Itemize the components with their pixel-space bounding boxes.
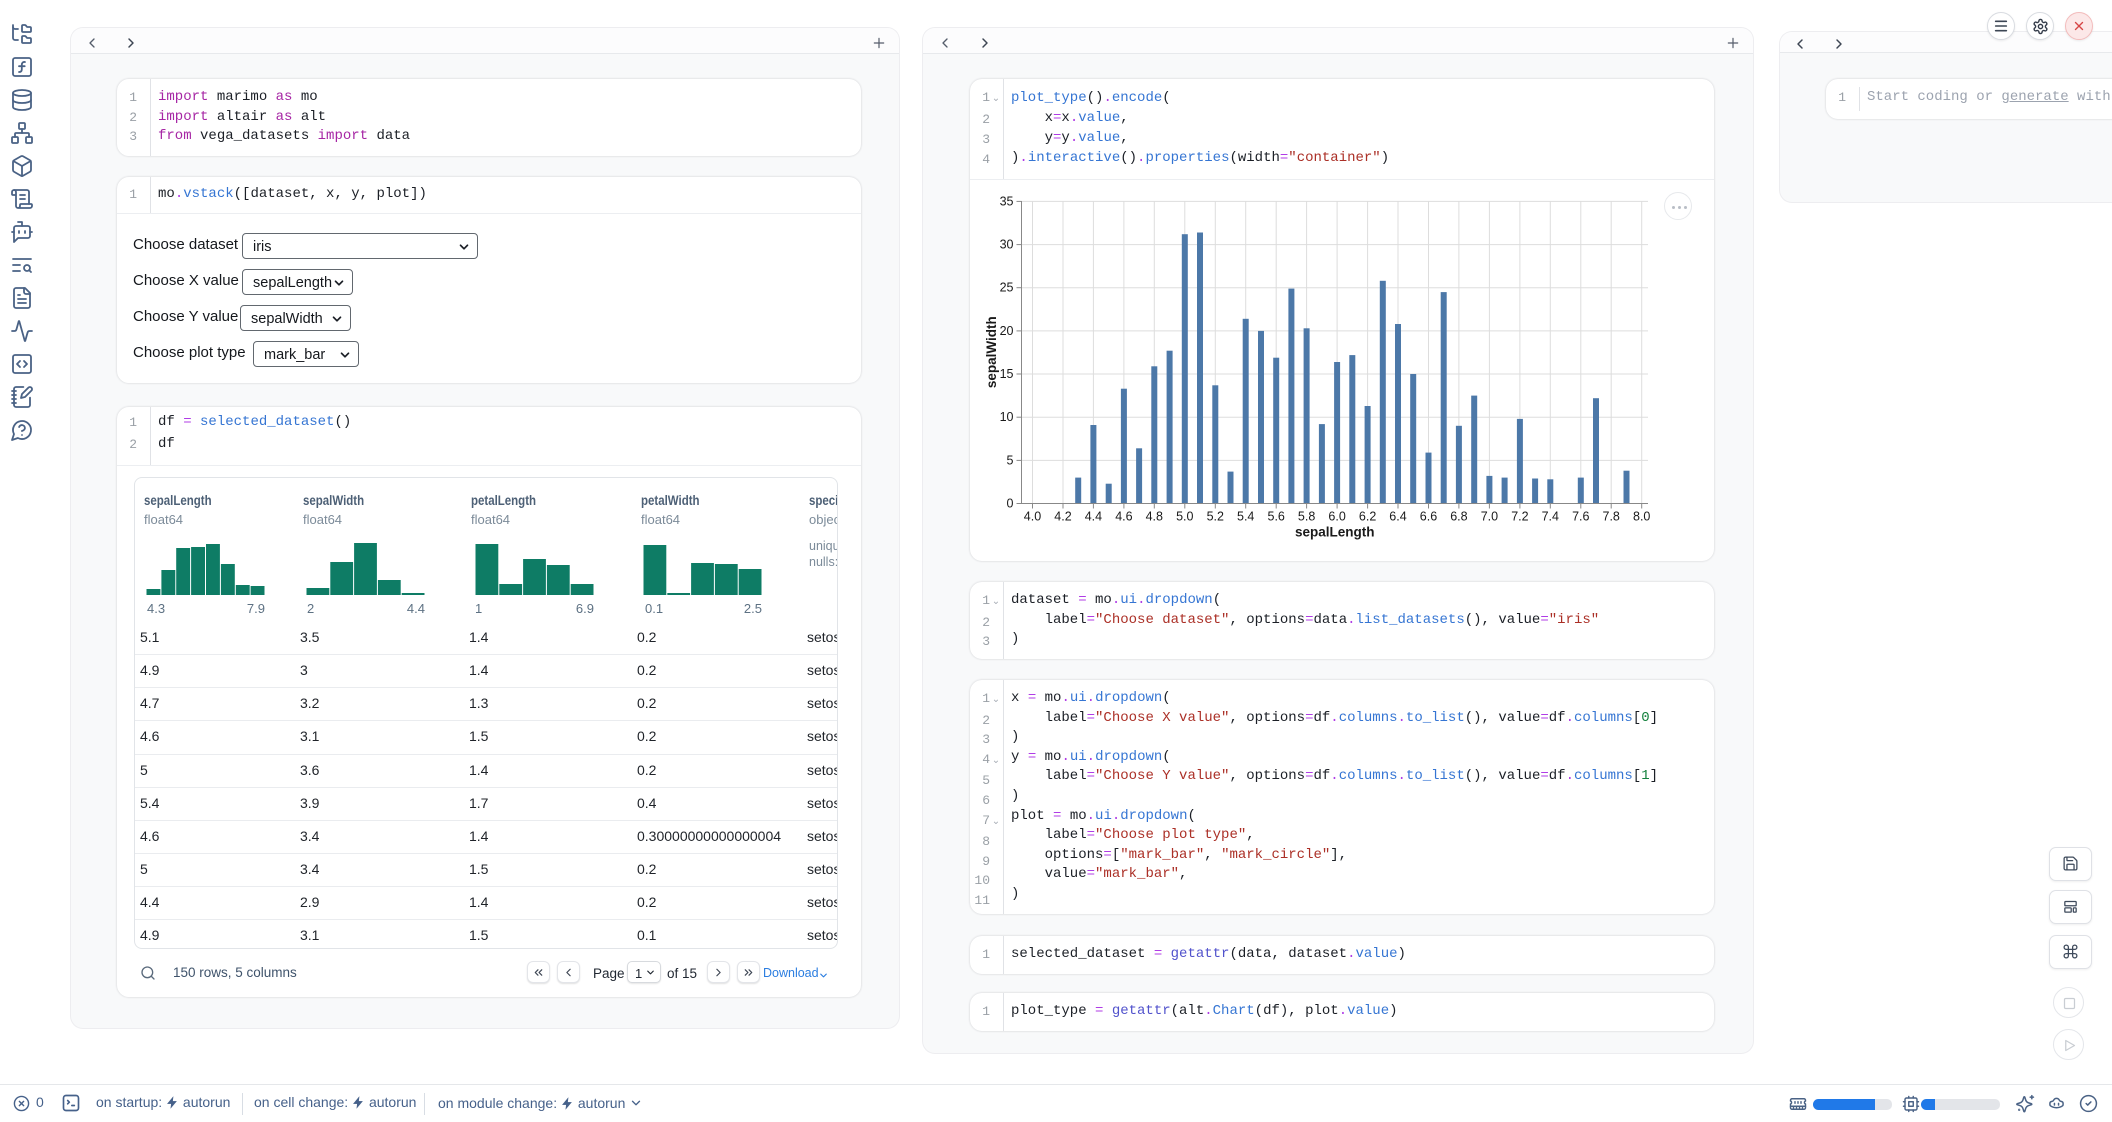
svg-text:30: 30 xyxy=(1000,238,1014,252)
svg-text:20: 20 xyxy=(1000,324,1014,338)
svg-text:6.6: 6.6 xyxy=(1420,510,1437,524)
svg-text:6.2: 6.2 xyxy=(1359,510,1376,524)
svg-text:5.8: 5.8 xyxy=(1298,510,1315,524)
svg-text:5.2: 5.2 xyxy=(1207,510,1224,524)
svg-text:6.8: 6.8 xyxy=(1450,510,1467,524)
svg-text:5.6: 5.6 xyxy=(1268,510,1285,524)
svg-text:4.6: 4.6 xyxy=(1115,510,1132,524)
svg-text:10: 10 xyxy=(1000,410,1014,424)
svg-text:4.2: 4.2 xyxy=(1054,510,1071,524)
svg-text:15: 15 xyxy=(1000,367,1014,381)
svg-text:35: 35 xyxy=(1000,194,1014,208)
svg-text:7.8: 7.8 xyxy=(1603,510,1620,524)
svg-text:6.4: 6.4 xyxy=(1389,510,1406,524)
svg-text:7.0: 7.0 xyxy=(1481,510,1498,524)
svg-text:6.0: 6.0 xyxy=(1328,510,1345,524)
svg-text:4.8: 4.8 xyxy=(1146,510,1163,524)
svg-text:5.0: 5.0 xyxy=(1176,510,1193,524)
svg-text:5: 5 xyxy=(1007,453,1014,467)
svg-text:7.6: 7.6 xyxy=(1572,510,1589,524)
svg-text:0: 0 xyxy=(1007,497,1014,511)
svg-text:8.0: 8.0 xyxy=(1633,510,1650,524)
svg-text:sepalWidth: sepalWidth xyxy=(984,316,999,388)
svg-text:5.4: 5.4 xyxy=(1237,510,1254,524)
svg-text:sepalLength: sepalLength xyxy=(1295,525,1375,540)
svg-text:25: 25 xyxy=(1000,281,1014,295)
svg-text:4.0: 4.0 xyxy=(1024,510,1041,524)
svg-text:7.2: 7.2 xyxy=(1511,510,1528,524)
svg-text:7.4: 7.4 xyxy=(1542,510,1559,524)
svg-text:4.4: 4.4 xyxy=(1085,510,1102,524)
